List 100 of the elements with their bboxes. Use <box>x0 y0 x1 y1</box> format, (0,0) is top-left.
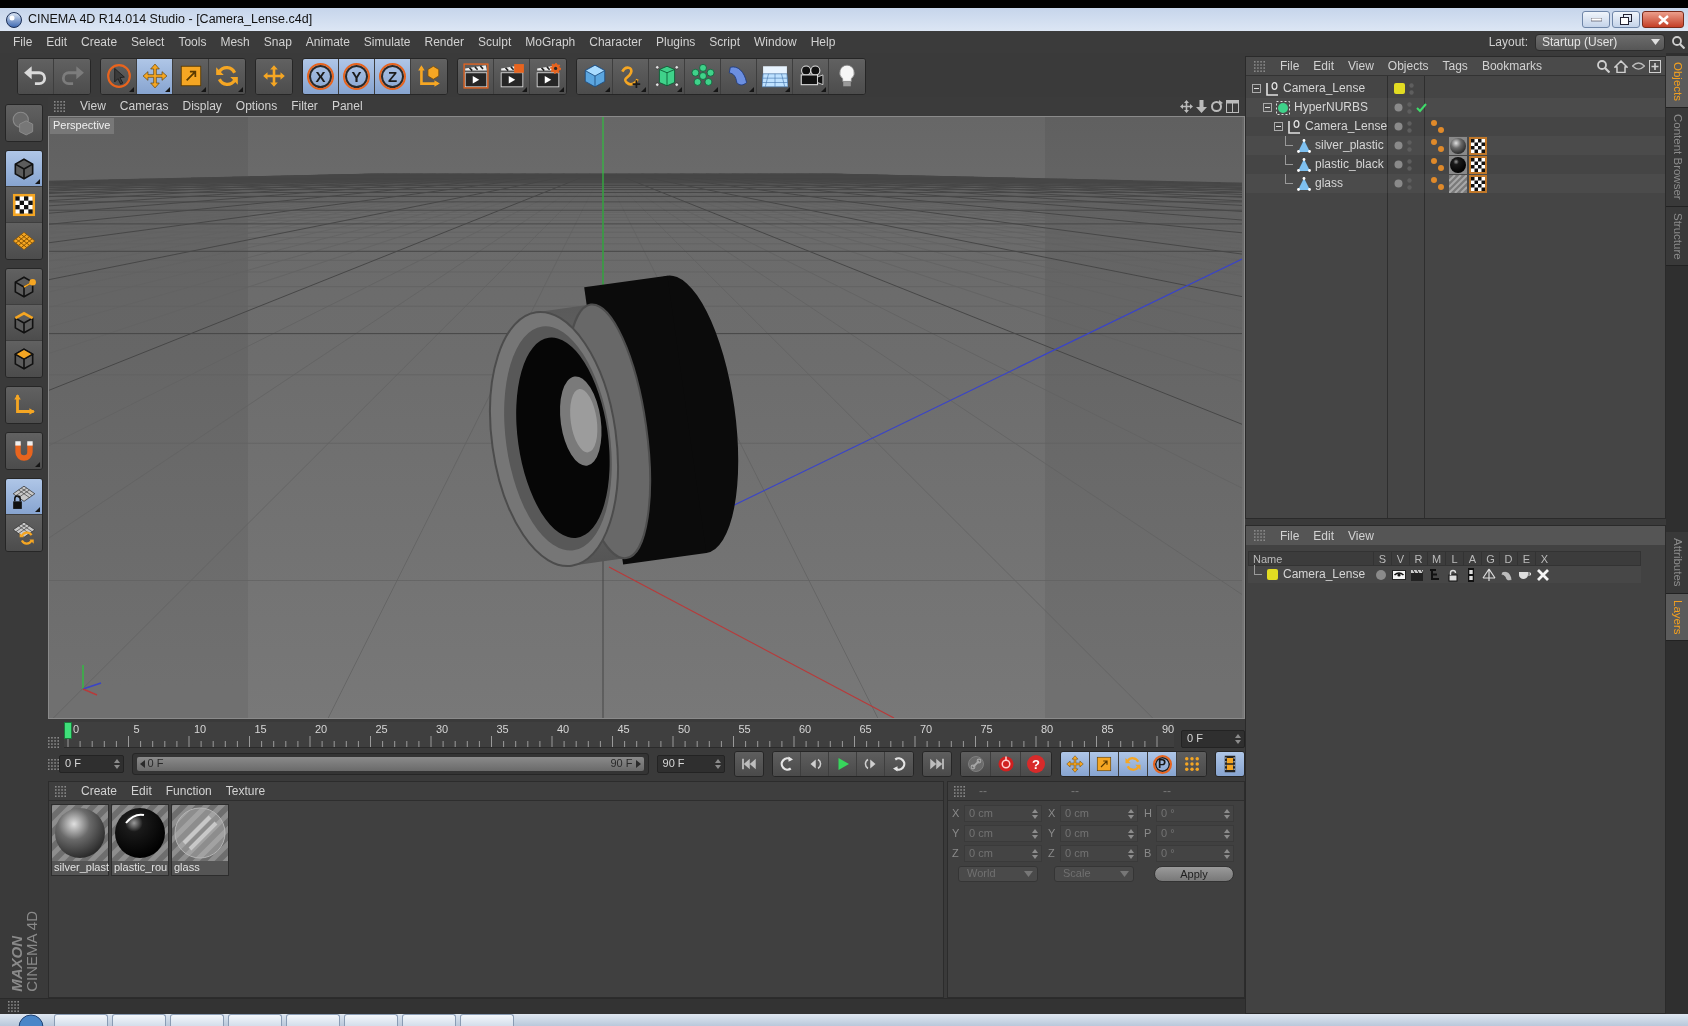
layer-row[interactable]: Camera_Lense <box>1248 566 1641 583</box>
object-row[interactable]: silver_plastic <box>1246 136 1665 155</box>
menu-item[interactable]: File <box>1273 525 1307 546</box>
move-tool-button[interactable] <box>137 58 173 94</box>
end-frame-field[interactable]: 90 F <box>656 755 725 773</box>
taskbar-button[interactable] <box>460 1014 514 1026</box>
polygons-mode-button[interactable] <box>6 341 42 377</box>
key-parameter-button[interactable]: P <box>1148 752 1177 776</box>
object-row[interactable]: HyperNURBS <box>1246 98 1665 117</box>
cube-button[interactable] <box>577 58 613 94</box>
menu-item[interactable]: Panel <box>324 98 370 115</box>
menu-item[interactable]: Bookmarks <box>1474 56 1549 76</box>
menu-item[interactable]: Display <box>175 98 229 115</box>
previous-frame-button[interactable] <box>801 752 829 776</box>
menu-item[interactable]: Script <box>702 32 747 52</box>
frame-range-slider[interactable]: 0 F 90 F <box>131 753 649 775</box>
menu-item[interactable]: Edit <box>39 32 75 52</box>
record-button[interactable] <box>991 752 1021 776</box>
key-scale-button[interactable] <box>1090 752 1119 776</box>
axis-mode-button[interactable] <box>6 387 42 423</box>
side-tab[interactable]: Attributes <box>1666 532 1688 594</box>
menu-item[interactable]: View <box>1341 56 1381 76</box>
side-tab[interactable]: Structure <box>1666 206 1688 267</box>
range-fill[interactable]: 0 F 90 F <box>136 757 644 771</box>
help-button[interactable]: ? <box>1021 752 1051 776</box>
redo-button[interactable] <box>54 58 90 94</box>
object-row[interactable]: plastic_black <box>1246 155 1665 174</box>
render-to-viewer-button[interactable] <box>494 58 530 94</box>
menu-item[interactable]: Snap <box>256 32 299 52</box>
menu-item[interactable]: Create <box>74 32 125 52</box>
menu-item[interactable]: Function <box>158 781 219 801</box>
undo-button[interactable] <box>18 58 54 94</box>
taskbar-button[interactable] <box>286 1014 340 1026</box>
menu-item[interactable]: Options <box>228 98 285 115</box>
workplane-mode-button[interactable] <box>6 223 42 259</box>
material-thumbnail[interactable]: silver_plast <box>51 804 109 876</box>
edges-mode-button[interactable] <box>6 305 42 341</box>
menu-item[interactable]: Edit <box>1306 525 1342 546</box>
material-thumbnail[interactable]: plastic_rou <box>111 804 169 876</box>
menu-item[interactable]: Edit <box>124 781 159 801</box>
scale-tool-button[interactable] <box>173 58 209 94</box>
floor-button[interactable] <box>757 58 793 94</box>
timeline-button[interactable] <box>1216 752 1244 776</box>
deformer-button[interactable] <box>721 58 757 94</box>
menu-item[interactable]: Help <box>803 32 843 52</box>
start-frame-field[interactable]: 0 F <box>59 755 124 773</box>
menu-item[interactable]: Cameras <box>112 98 176 115</box>
key-rotation-button[interactable] <box>1119 752 1148 776</box>
menu-item[interactable]: Plugins <box>648 32 703 52</box>
key-points-button[interactable] <box>1177 752 1206 776</box>
start-button[interactable] <box>18 1014 44 1026</box>
menu-item[interactable]: File <box>6 32 40 52</box>
restore-button[interactable] <box>1612 11 1640 28</box>
play-button[interactable] <box>829 752 857 776</box>
render-view-button[interactable] <box>458 58 494 94</box>
layout-dropdown[interactable]: Startup (User) <box>1535 33 1665 51</box>
previous-key-button[interactable] <box>773 752 801 776</box>
menu-item[interactable]: Character <box>582 32 649 52</box>
axis-lock-button[interactable]: Z <box>375 58 411 94</box>
menu-item[interactable]: Edit <box>1306 56 1342 76</box>
menu-item[interactable]: MoGraph <box>518 32 583 52</box>
taskbar-button[interactable] <box>402 1014 456 1026</box>
taskbar-button[interactable] <box>228 1014 282 1026</box>
workplane-rotate-button[interactable] <box>6 515 42 551</box>
menu-item[interactable]: View <box>1341 525 1381 546</box>
workplane-lock-button[interactable] <box>6 479 42 515</box>
select-tool-button[interactable] <box>101 58 137 94</box>
menu-item[interactable]: Animate <box>298 32 357 52</box>
taskbar-button[interactable] <box>54 1014 108 1026</box>
menu-item[interactable]: Tags <box>1435 56 1475 76</box>
menu-item[interactable]: Simulate <box>356 32 418 52</box>
close-button[interactable] <box>1642 11 1684 28</box>
light-button[interactable] <box>829 58 865 94</box>
subdivision-button[interactable] <box>649 58 685 94</box>
pen-tool-button[interactable] <box>613 58 649 94</box>
autokey-button[interactable] <box>961 752 991 776</box>
array-button[interactable] <box>685 58 721 94</box>
taskbar-button[interactable] <box>344 1014 398 1026</box>
camera-button[interactable] <box>793 58 829 94</box>
timeline-ruler[interactable]: 0 5 10 15 20 25 30 35 40 45 50 55 60 65 70 75 80 85 90 <box>64 722 1174 748</box>
material-thumbnail[interactable]: glass <box>171 804 229 876</box>
menu-item[interactable]: Create <box>74 781 125 801</box>
coordinate-system-button[interactable] <box>411 58 447 94</box>
menu-item[interactable]: Objects <box>1380 56 1436 76</box>
axis-lock-button[interactable]: Y <box>339 58 375 94</box>
side-tab[interactable]: Content Browser <box>1666 108 1688 207</box>
menu-item[interactable]: Tools <box>171 32 214 52</box>
object-row[interactable]: glass <box>1246 174 1665 193</box>
taskbar-button[interactable] <box>170 1014 224 1026</box>
menu-item[interactable]: Window <box>747 32 804 52</box>
menu-item[interactable]: Sculpt <box>470 32 519 52</box>
snap-button[interactable] <box>6 433 42 469</box>
taskbar-button[interactable] <box>112 1014 166 1026</box>
menu-item[interactable]: Select <box>124 32 172 52</box>
playhead[interactable] <box>64 722 72 739</box>
checkmark-icon[interactable] <box>1416 102 1427 113</box>
render-settings-button[interactable] <box>530 58 566 94</box>
rotate-tool-button[interactable] <box>209 58 245 94</box>
menu-item[interactable]: View <box>73 98 113 115</box>
texture-mode-button[interactable] <box>6 187 42 223</box>
